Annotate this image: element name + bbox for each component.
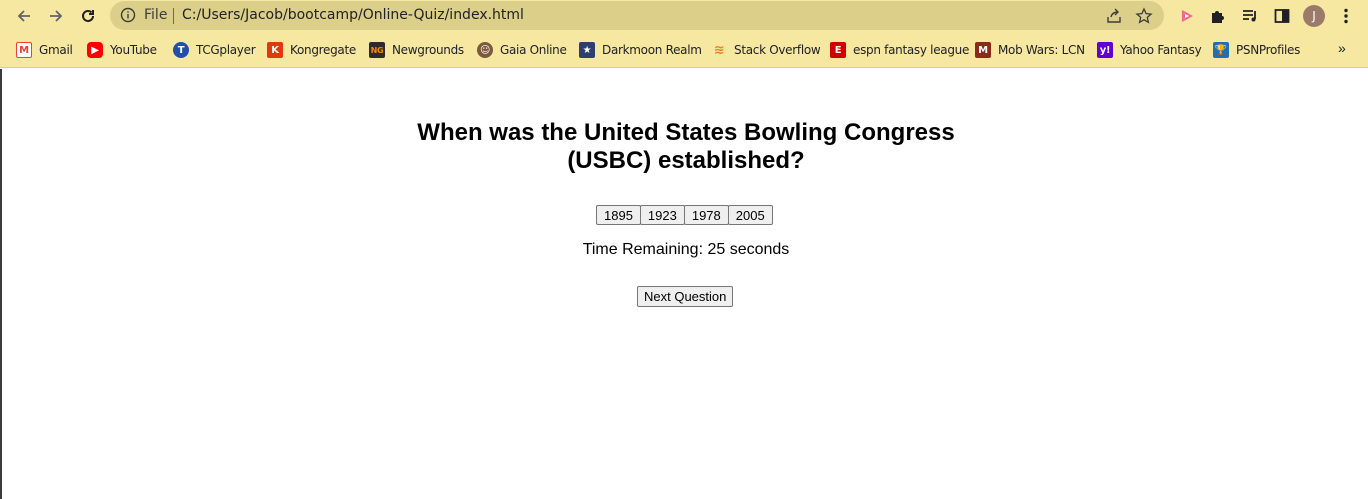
back-arrow-icon bbox=[17, 10, 30, 22]
bookmark-label: Gaia Online bbox=[500, 43, 567, 57]
media-control-button[interactable] bbox=[1239, 5, 1261, 27]
url-text[interactable]: C:/Users/Jacob/bootcamp/Online-Quiz/inde… bbox=[182, 7, 524, 23]
bookmark-kongregate[interactable]: K Kongregate bbox=[267, 41, 356, 59]
bookmark-label: Kongregate bbox=[290, 43, 356, 57]
reload-icon bbox=[82, 9, 94, 22]
bookmark-label: Yahoo Fantasy bbox=[1120, 43, 1202, 57]
bookmark-yahoo-fantasy[interactable]: y! Yahoo Fantasy bbox=[1097, 41, 1202, 59]
stack-overflow-icon: ≋ bbox=[713, 42, 725, 58]
time-remaining-text: Time Remaining: 25 seconds bbox=[582, 241, 790, 258]
answer-button-1978[interactable]: 1978 bbox=[683, 205, 729, 225]
answer-button-2005[interactable]: 2005 bbox=[727, 205, 773, 225]
newgrounds-icon: NG bbox=[369, 42, 385, 58]
mob-wars-icon: M bbox=[975, 42, 991, 58]
bookmark-star-button[interactable] bbox=[1134, 6, 1154, 26]
bookmark-espn[interactable]: E espn fantasy league bbox=[830, 41, 969, 59]
share-icon bbox=[1107, 8, 1121, 23]
gmail-icon: M bbox=[16, 42, 32, 58]
bookmark-label: espn fantasy league bbox=[853, 43, 970, 57]
bookmark-gaia-online[interactable]: ☺ Gaia Online bbox=[477, 41, 567, 59]
answer-button-1923[interactable]: 1923 bbox=[639, 205, 685, 225]
bookmark-newgrounds[interactable]: NG Newgrounds bbox=[369, 41, 464, 59]
bookmark-gmail[interactable]: M Gmail bbox=[16, 41, 73, 59]
profile-avatar[interactable]: J bbox=[1303, 5, 1325, 27]
espn-icon: E bbox=[830, 42, 846, 58]
reload-button[interactable] bbox=[76, 4, 100, 28]
omnibox-divider bbox=[173, 8, 174, 24]
forward-button[interactable] bbox=[44, 4, 68, 28]
info-icon[interactable] bbox=[120, 7, 136, 23]
bookmark-darkmoon-realm[interactable]: ★ Darkmoon Realm bbox=[579, 41, 702, 59]
puzzle-icon bbox=[1212, 11, 1224, 23]
back-button[interactable] bbox=[12, 4, 36, 28]
bookmark-label: TCGplayer bbox=[196, 43, 256, 57]
youtube-icon: ▶ bbox=[87, 42, 103, 58]
kebab-menu-icon bbox=[1344, 8, 1348, 24]
darkmoon-realm-icon: ★ bbox=[579, 42, 595, 58]
bookmark-label: Darkmoon Realm bbox=[602, 43, 702, 57]
bookmark-mob-wars[interactable]: M Mob Wars: LCN bbox=[975, 41, 1085, 59]
forward-arrow-icon bbox=[50, 10, 63, 22]
playlist-icon bbox=[1243, 10, 1256, 22]
bookmark-youtube[interactable]: ▶ YouTube bbox=[87, 41, 157, 59]
bookmark-label: Gmail bbox=[39, 43, 73, 57]
video-extension-icon bbox=[1182, 10, 1193, 22]
gaia-online-icon: ☺ bbox=[477, 42, 493, 58]
more-bookmarks-button[interactable]: » bbox=[1338, 40, 1346, 56]
page-content: When was the United States Bowling Congr… bbox=[0, 69, 1368, 499]
bookmark-label: Newgrounds bbox=[392, 43, 464, 57]
side-panel-button[interactable] bbox=[1271, 5, 1293, 27]
file-scheme-label: File bbox=[144, 7, 168, 23]
extensions-button[interactable] bbox=[1207, 5, 1229, 27]
psnprofiles-icon: 🏆 bbox=[1213, 42, 1229, 58]
bookmark-label: Mob Wars: LCN bbox=[998, 43, 1085, 57]
side-panel-icon bbox=[1274, 9, 1290, 23]
bookmark-tcgplayer[interactable]: T TCGplayer bbox=[173, 41, 256, 59]
bookmark-stack-overflow[interactable]: ≋ Stack Overflow bbox=[711, 41, 821, 59]
answer-button-1895[interactable]: 1895 bbox=[596, 205, 641, 225]
bookmark-label: PSNProfiles bbox=[1236, 43, 1301, 57]
next-question-button[interactable]: Next Question bbox=[637, 286, 734, 307]
yahoo-icon: y! bbox=[1097, 42, 1113, 58]
answer-options: 1895 1923 1978 2005 bbox=[596, 205, 773, 225]
kongregate-icon: K bbox=[267, 42, 283, 58]
share-button[interactable] bbox=[1104, 6, 1124, 26]
address-bar[interactable]: File C:/Users/Jacob/bootcamp/Online-Quiz… bbox=[110, 1, 1164, 30]
extension-button[interactable] bbox=[1176, 5, 1198, 27]
tcgplayer-icon: T bbox=[173, 42, 189, 58]
bookmark-label: YouTube bbox=[110, 43, 157, 57]
bookmark-psnprofiles[interactable]: 🏆 PSNProfiles bbox=[1213, 41, 1300, 59]
bookmark-label: Stack Overflow bbox=[734, 43, 821, 57]
browser-menu-button[interactable] bbox=[1335, 5, 1357, 27]
star-icon bbox=[1135, 7, 1153, 24]
bookmarks-bar: M Gmail ▶ YouTube T TCGplayer K Kongrega… bbox=[0, 32, 1368, 68]
question-text: When was the United States Bowling Congr… bbox=[417, 119, 955, 174]
browser-toolbar: File C:/Users/Jacob/bootcamp/Online-Quiz… bbox=[0, 0, 1368, 32]
